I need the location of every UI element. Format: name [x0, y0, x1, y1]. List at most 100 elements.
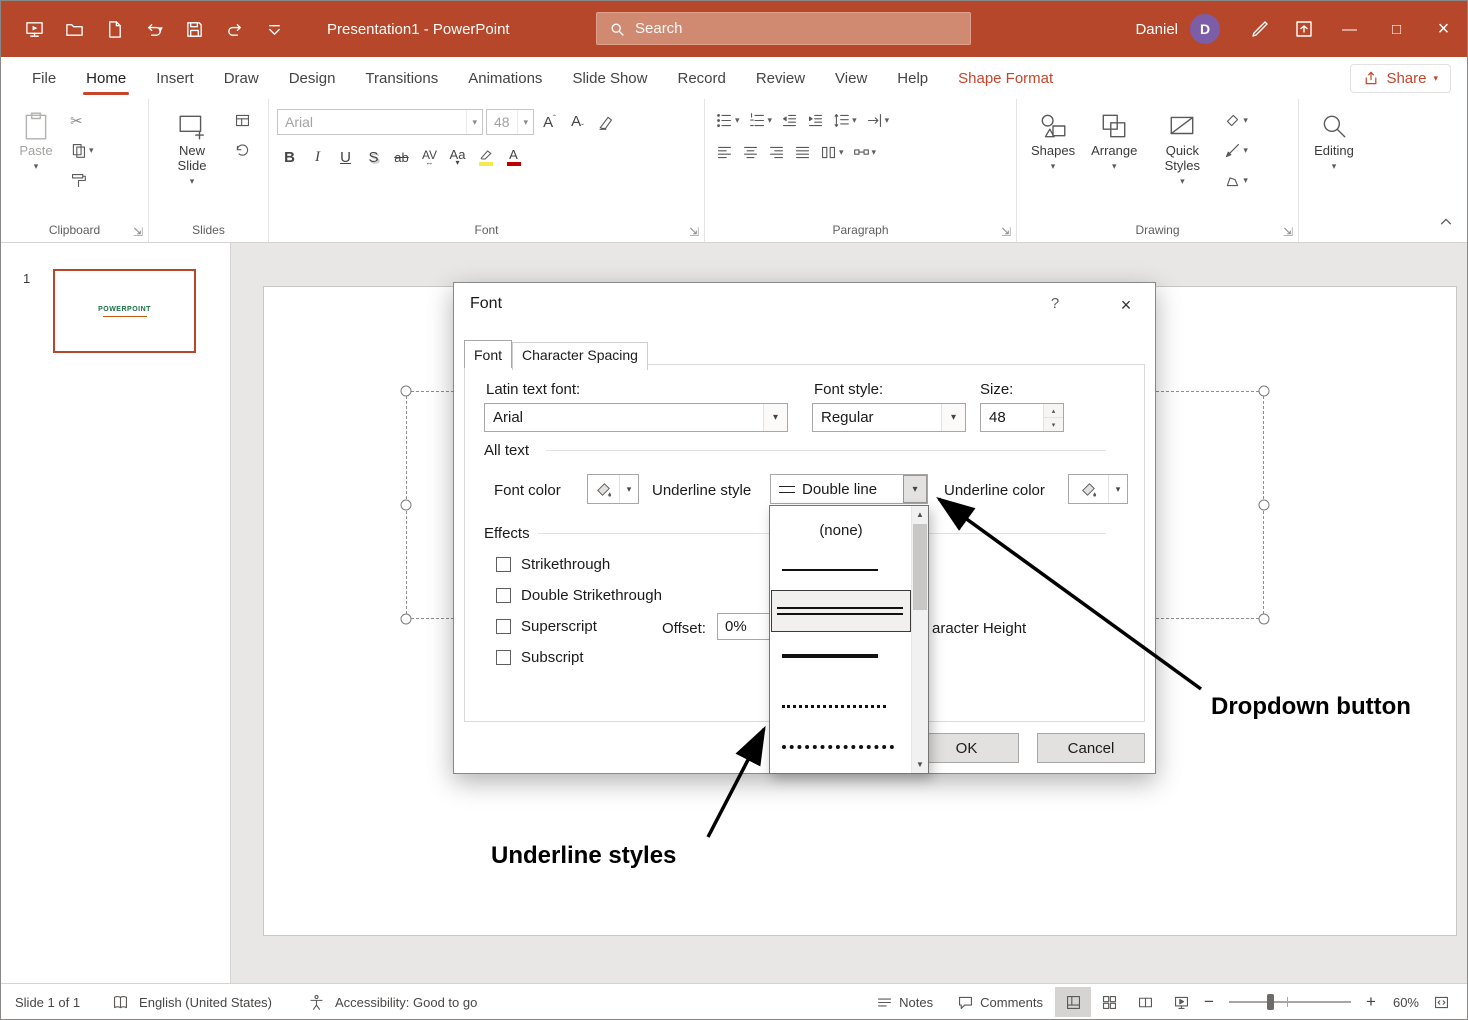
format-painter-button[interactable]	[67, 169, 97, 192]
text-shadow-button[interactable]: S	[361, 144, 386, 170]
shape-outline-button[interactable]: ▾	[1221, 139, 1251, 162]
resize-handle-mid-left[interactable]	[401, 500, 412, 511]
slideshow-view-button[interactable]	[1163, 987, 1199, 1017]
increase-font-size-button[interactable]: Aˆ	[537, 109, 562, 135]
close-button[interactable]: ×	[1420, 1, 1467, 57]
checkbox-box[interactable]	[496, 557, 511, 572]
resize-handle-top-left[interactable]	[401, 386, 412, 397]
dialog-close-button[interactable]: ×	[1111, 291, 1141, 319]
align-center-button[interactable]	[739, 141, 762, 164]
collapse-ribbon-button[interactable]	[1439, 215, 1453, 234]
search-input[interactable]	[635, 20, 915, 37]
spin-down-icon[interactable]: ▾	[1044, 418, 1063, 431]
undo-button[interactable]: ▾	[135, 11, 173, 47]
font-style-combo[interactable]: Regular ▾	[812, 403, 966, 432]
cancel-button[interactable]: Cancel	[1037, 733, 1145, 763]
minimize-button[interactable]: —	[1326, 1, 1373, 57]
reading-view-button[interactable]	[1127, 987, 1163, 1017]
checkbox-box[interactable]	[496, 619, 511, 634]
customize-qat-button[interactable]	[255, 11, 293, 47]
quick-styles-button[interactable]: Quick Styles ▾	[1147, 105, 1217, 211]
font-dialog-launcher[interactable]: ⇲	[689, 226, 699, 238]
paste-button[interactable]: Paste ▾	[9, 105, 63, 211]
superscript-checkbox[interactable]: Superscript	[496, 618, 597, 635]
align-right-button[interactable]	[765, 141, 788, 164]
bullets-button[interactable]: ▾	[713, 109, 743, 132]
size-spin-buttons[interactable]: ▴▾	[1043, 404, 1063, 431]
clipboard-dialog-launcher[interactable]: ⇲	[133, 226, 143, 238]
underline-style-combo[interactable]: Double line ▾	[770, 474, 928, 504]
underline-option-thick-line[interactable]	[770, 636, 912, 676]
arrange-button[interactable]: Arrange ▾	[1085, 105, 1143, 211]
comments-button[interactable]: Comments	[945, 984, 1055, 1020]
reset-slide-button[interactable]	[231, 139, 254, 162]
underline-option-none[interactable]: (none)	[770, 512, 912, 548]
copy-button[interactable]: ▾	[67, 139, 97, 162]
dialog-tab-font[interactable]: Font	[464, 340, 512, 368]
scrollbar-thumb[interactable]	[913, 524, 927, 610]
slide-thumbnail[interactable]: POWERPOINT	[53, 269, 196, 353]
font-color-button[interactable]: A	[501, 144, 526, 170]
tab-record[interactable]: Record	[662, 60, 740, 97]
checkbox-box[interactable]	[496, 650, 511, 665]
avatar[interactable]: D	[1190, 14, 1220, 44]
new-slide-button[interactable]: New Slide ▾	[157, 105, 227, 211]
subscript-checkbox[interactable]: Subscript	[496, 649, 584, 666]
tab-home[interactable]: Home	[71, 60, 141, 97]
strikethrough-checkbox[interactable]: Strikethrough	[496, 556, 610, 573]
text-direction-button[interactable]: ▾	[863, 109, 893, 132]
dialog-tab-character-spacing[interactable]: Character Spacing	[512, 342, 648, 370]
shape-effects-button[interactable]: ▾	[1221, 169, 1251, 192]
scroll-up-button[interactable]: ▲	[912, 506, 928, 523]
tab-review[interactable]: Review	[741, 60, 820, 97]
language-status[interactable]: English (United States)	[139, 995, 272, 1010]
font-color-picker[interactable]: ▾	[587, 474, 639, 504]
line-spacing-button[interactable]: ▾	[830, 109, 860, 132]
resize-handle-mid-right[interactable]	[1259, 500, 1270, 511]
underline-option-double-line-selected[interactable]	[771, 590, 911, 632]
start-slideshow-button[interactable]	[15, 11, 53, 47]
spin-up-icon[interactable]: ▴	[1044, 404, 1063, 418]
tab-insert[interactable]: Insert	[141, 60, 209, 97]
italic-button[interactable]: I	[305, 144, 330, 170]
increase-indent-button[interactable]	[804, 109, 827, 132]
tab-design[interactable]: Design	[274, 60, 351, 97]
shape-fill-button[interactable]: ▾	[1221, 109, 1251, 132]
change-case-button[interactable]: Aa▾	[445, 144, 470, 170]
dropdown-scrollbar[interactable]: ▲ ▼	[911, 506, 928, 773]
accessibility-status[interactable]: Accessibility: Good to go	[335, 995, 477, 1010]
slide-layout-button[interactable]	[231, 109, 254, 132]
underline-option-heavy-dotted-line[interactable]	[770, 728, 912, 766]
underline-button[interactable]: U	[333, 144, 358, 170]
paragraph-dialog-launcher[interactable]: ⇲	[1001, 226, 1011, 238]
tab-help[interactable]: Help	[882, 60, 943, 97]
latin-font-combo[interactable]: Arial ▾	[484, 403, 788, 432]
columns-button[interactable]: ▾	[817, 141, 847, 164]
font-name-combo[interactable]: Arial▾	[277, 109, 483, 135]
accessibility-icon[interactable]	[308, 994, 325, 1011]
maximize-button[interactable]: □	[1373, 1, 1420, 57]
editing-button[interactable]: Editing ▾	[1307, 105, 1361, 211]
slide-sorter-view-button[interactable]	[1091, 987, 1127, 1017]
zoom-slider-thumb[interactable]	[1267, 994, 1274, 1010]
zoom-out-button[interactable]: −	[1199, 992, 1219, 1012]
inking-button[interactable]	[1238, 1, 1282, 57]
text-highlight-button[interactable]	[473, 144, 498, 170]
open-file-button[interactable]	[55, 11, 93, 47]
underline-option-single-line[interactable]	[770, 552, 912, 588]
tab-animations[interactable]: Animations	[453, 60, 557, 97]
decrease-indent-button[interactable]	[778, 109, 801, 132]
underline-color-picker[interactable]: ▾	[1068, 474, 1128, 504]
shapes-button[interactable]: Shapes ▾	[1025, 105, 1081, 211]
font-size-combo[interactable]: 48▾	[486, 109, 534, 135]
character-spacing-button[interactable]: AV↔	[417, 144, 442, 170]
drawing-dialog-launcher[interactable]: ⇲	[1283, 226, 1293, 238]
ok-button[interactable]: OK	[914, 733, 1019, 763]
underline-option-dotted-line[interactable]	[770, 688, 912, 724]
justify-button[interactable]	[791, 141, 814, 164]
resize-handle-top-right[interactable]	[1259, 386, 1270, 397]
scroll-down-button[interactable]: ▼	[912, 756, 928, 773]
zoom-level[interactable]: 60%	[1381, 995, 1423, 1010]
new-file-button[interactable]	[95, 11, 133, 47]
save-button[interactable]	[175, 11, 213, 47]
